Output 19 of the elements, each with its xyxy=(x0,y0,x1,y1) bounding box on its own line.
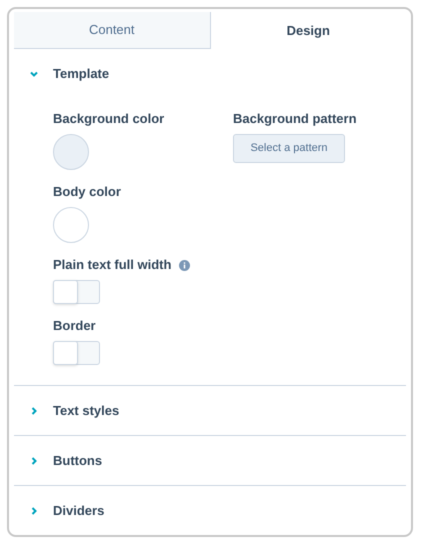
field-label: Plain text full width xyxy=(53,257,172,273)
section-header[interactable]: Template xyxy=(14,49,406,98)
field-label: Border xyxy=(53,318,96,334)
info-icon[interactable] xyxy=(179,260,190,270)
toggle-switch[interactable] xyxy=(53,280,100,304)
section-header[interactable]: Buttons xyxy=(14,436,406,485)
color-swatch[interactable] xyxy=(53,134,89,170)
toggle-switch[interactable] xyxy=(53,341,100,365)
tab[interactable]: Content xyxy=(14,12,210,49)
color-swatch[interactable] xyxy=(53,207,89,243)
select-pattern-button[interactable]: Select a pattern xyxy=(233,134,345,163)
section-header[interactable]: Dividers xyxy=(14,486,406,535)
field-label: Background pattern xyxy=(233,111,358,127)
field-label: Background color xyxy=(53,111,166,127)
chevron-right-icon xyxy=(29,456,39,466)
chevron-right-icon xyxy=(29,506,39,516)
field-label: Body color xyxy=(53,184,122,200)
chevron-right-icon xyxy=(29,406,39,416)
section-header[interactable]: Text styles xyxy=(14,386,406,435)
